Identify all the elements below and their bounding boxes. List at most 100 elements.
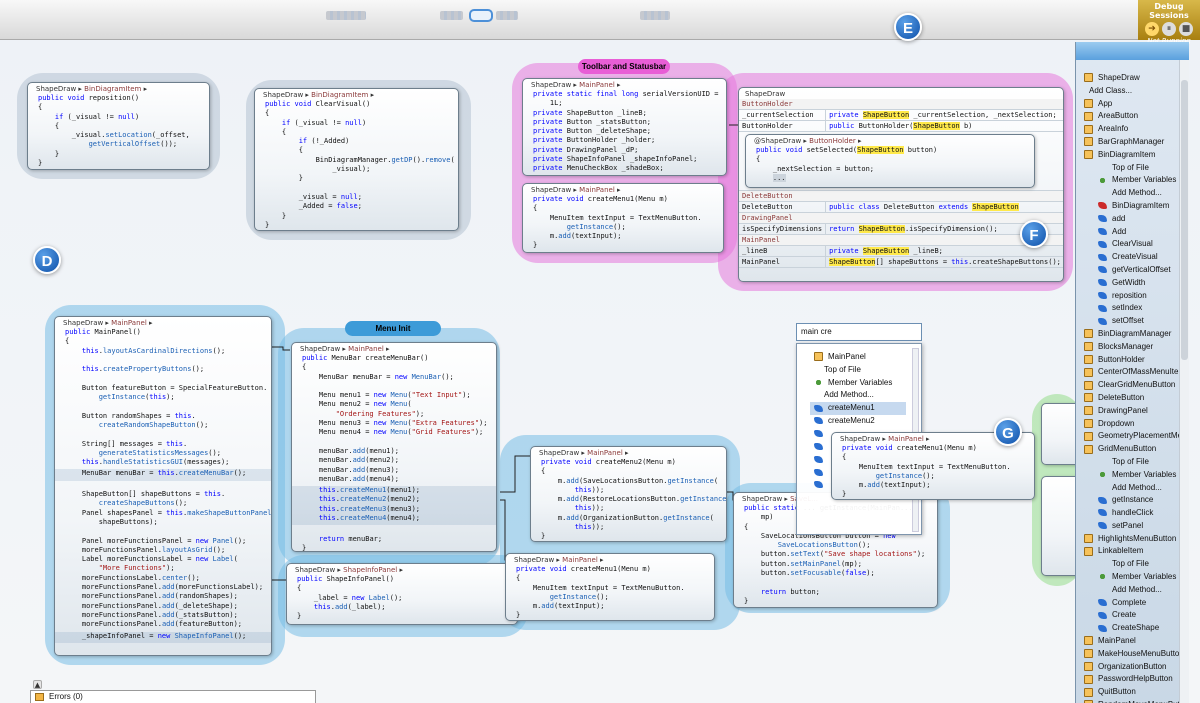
field-name[interactable]: isSpecifyDimensions [739,223,827,235]
code-bubble-createmenu1[interactable]: ShapeDraw ▸ MainPanel ▸ private void cre… [522,183,724,253]
tree-item[interactable]: CreateVisual [1084,251,1189,264]
tree-item[interactable]: BinDiagramItem [1084,200,1189,213]
tree-item[interactable]: ShapeDraw [1084,72,1189,85]
field-name[interactable]: _currentSelection [739,109,827,121]
overview-thumbnail[interactable] [496,11,518,20]
tree-item[interactable]: Member Variables [1084,469,1189,482]
code-body[interactable]: public MainPanel() { this.layoutAsCardin… [55,328,271,469]
code-body[interactable]: public void ClearVisual() { if (_visual … [255,100,458,230]
debug-run-icon[interactable]: ➔ [1145,22,1159,36]
expand-errors-icon[interactable]: ▲ [33,680,42,689]
tree-item[interactable]: ClearGridMenuButton [1084,379,1189,392]
tree-item[interactable]: Add Class... [1084,85,1189,98]
tree-item[interactable]: ButtonHolder [1084,354,1189,367]
errors-panel[interactable]: Errors (0) [30,690,316,703]
tree-item[interactable]: Top of File [1084,558,1189,571]
tree-item[interactable]: GridMenuButton [1084,443,1189,456]
tree-item[interactable]: BinDiagramItem [1084,149,1189,162]
field-name[interactable]: ButtonHolder [739,120,827,132]
tree-item[interactable]: QuitButton [1084,686,1189,699]
tree-item[interactable]: handleClick [1084,507,1189,520]
tree-item[interactable]: BarGraphManager [1084,136,1189,149]
code-bubble-shapeinfopanel[interactable]: ShapeDraw ▸ ShapeInfoPanel ▸ public Shap… [286,563,518,625]
code-bubble-createmenu2[interactable]: ShapeDraw ▸ MainPanel ▸ private void cre… [530,446,727,542]
debug-pause-icon[interactable]: ⏸ [1162,22,1176,36]
code-body[interactable]: private void createMenu2(Menu m) { m.add… [531,458,726,541]
field-reference-table[interactable]: ShapeDraw ButtonHolder _currentSelection… [738,87,1064,282]
code-body[interactable]: public void setSelected(ShapeButton butt… [746,146,1034,185]
marker-e[interactable]: E [894,13,922,41]
result-item[interactable]: Add Method... [810,389,906,402]
code-body[interactable]: ShapeButton[] shapeButtons = this. creat… [55,481,271,632]
tree-item[interactable]: RandomMoveMenuButton [1084,699,1189,703]
marker-f[interactable]: F [1020,220,1048,248]
code-bubble-clearvisual[interactable]: ShapeDraw ▸ BinDiagramItem ▸ public void… [254,88,459,231]
result-item-selected[interactable]: createMenu1 [810,402,906,415]
code-body[interactable]: public void reposition() { if (_visual !… [28,94,209,169]
code-bubble-reposition[interactable]: ShapeDraw ▸ BinDiagramItem ▸ public void… [27,82,210,170]
tree-item[interactable]: App [1084,98,1189,111]
code-body-selected[interactable]: this.createMenu1(menu1); this.createMenu… [292,486,496,526]
code-body[interactable]: public ShapeInfoPanel() { _label = new L… [287,575,517,623]
overview-thumbnail[interactable] [440,11,463,20]
tree-item[interactable]: Create [1084,609,1189,622]
overview-thumbnail-current[interactable] [469,9,493,22]
marker-d[interactable]: D [33,246,61,274]
code-body[interactable]: private void createMenu1(Menu m) { MenuI… [523,195,723,252]
tree-item[interactable]: ClearVisual [1084,238,1189,251]
tree-item[interactable]: DeleteButton [1084,392,1189,405]
result-item[interactable]: Top of File [810,364,906,377]
group-title-menu-init[interactable]: Menu Init [345,321,441,336]
tree-item[interactable]: add [1084,213,1189,226]
result-item[interactable]: Member Variables [810,377,906,390]
code-bubble-fields[interactable]: ShapeDraw ▸ MainPanel ▸ private static f… [522,78,727,176]
tree-item[interactable]: LinkableItem [1084,545,1189,558]
tree-item[interactable]: Dropdown [1084,418,1189,431]
code-body[interactable]: private static final long serialVersionU… [523,90,726,175]
debug-stop-icon[interactable]: ■ [1179,22,1193,36]
overview-thumbnail[interactable] [640,11,670,20]
tree-item[interactable]: CreateShape [1084,622,1189,635]
sidebar-scrollbar[interactable] [1179,60,1189,703]
tree-item[interactable]: MainPanel [1084,635,1189,648]
result-item[interactable]: createMenu2 [810,415,906,428]
code-bubble-createmenu1-b[interactable]: ShapeDraw ▸ MainPanel ▸ private void cre… [505,553,715,621]
tree-item[interactable]: Member Variables [1084,174,1189,187]
nested-code-bubble[interactable]: @ShapeDraw ▸ ButtonHolder ▸ public void … [745,134,1035,188]
tree-item[interactable]: GetWidth [1084,277,1189,290]
class-tree-sidebar[interactable]: ShapeDraw Add Class... App AreaButton AreaIn… [1075,42,1189,703]
tree-item[interactable]: OrganizationButton [1084,661,1189,674]
code-bubble-mainpanel[interactable]: ShapeDraw ▸ MainPanel ▸ public MainPanel… [54,316,272,656]
marker-g[interactable]: G [994,418,1022,446]
search-input[interactable]: main cre [796,323,922,341]
tree-item[interactable]: BlocksManager [1084,341,1189,354]
tree-item[interactable]: CenterOfMassMenuItem [1084,366,1189,379]
code-body[interactable]: public MenuBar createMenuBar() { MenuBar… [292,354,496,486]
tree-item[interactable]: Complete [1084,597,1189,610]
tree-item[interactable]: setPanel [1084,520,1189,533]
tree-item[interactable]: Add Method... [1084,584,1189,597]
tree-item[interactable]: BinDiagramManager [1084,328,1189,341]
tree-item[interactable]: MakeHouseMenuButton [1084,648,1189,661]
tree-item[interactable]: getVerticalOffset [1084,264,1189,277]
tree-item[interactable]: Add [1084,226,1189,239]
overview-thumbnail[interactable] [326,11,366,20]
tree-item[interactable]: PasswordHelpButton [1084,673,1189,686]
code-body-selected[interactable]: MenuBar menuBar = this.createMenuBar(); [55,469,271,481]
field-name[interactable]: _lineB [739,245,827,257]
tree-item[interactable]: Top of File [1084,456,1189,469]
tree-item[interactable]: setIndex [1084,302,1189,315]
tree-item[interactable]: DrawingPanel [1084,405,1189,418]
tree-item[interactable]: AreaInfo [1084,123,1189,136]
tree-item[interactable]: AreaButton [1084,110,1189,123]
tree-item[interactable]: Add Method... [1084,482,1189,495]
field-name[interactable]: DeleteButton [739,201,827,213]
tree-item[interactable]: Top of File [1084,162,1189,175]
code-body[interactable]: private void createMenu1(Menu m) { MenuI… [506,565,714,620]
code-bubble-createmenubar[interactable]: ShapeDraw ▸ MainPanel ▸ public MenuBar c… [291,342,497,552]
tree-item[interactable]: Add Method... [1084,187,1189,200]
tree-item[interactable]: setOffset [1084,315,1189,328]
tree-item[interactable]: getInstance [1084,494,1189,507]
group-title-toolbar[interactable]: Toolbar and Statusbar [578,59,670,74]
field-name[interactable]: MainPanel [739,256,827,268]
